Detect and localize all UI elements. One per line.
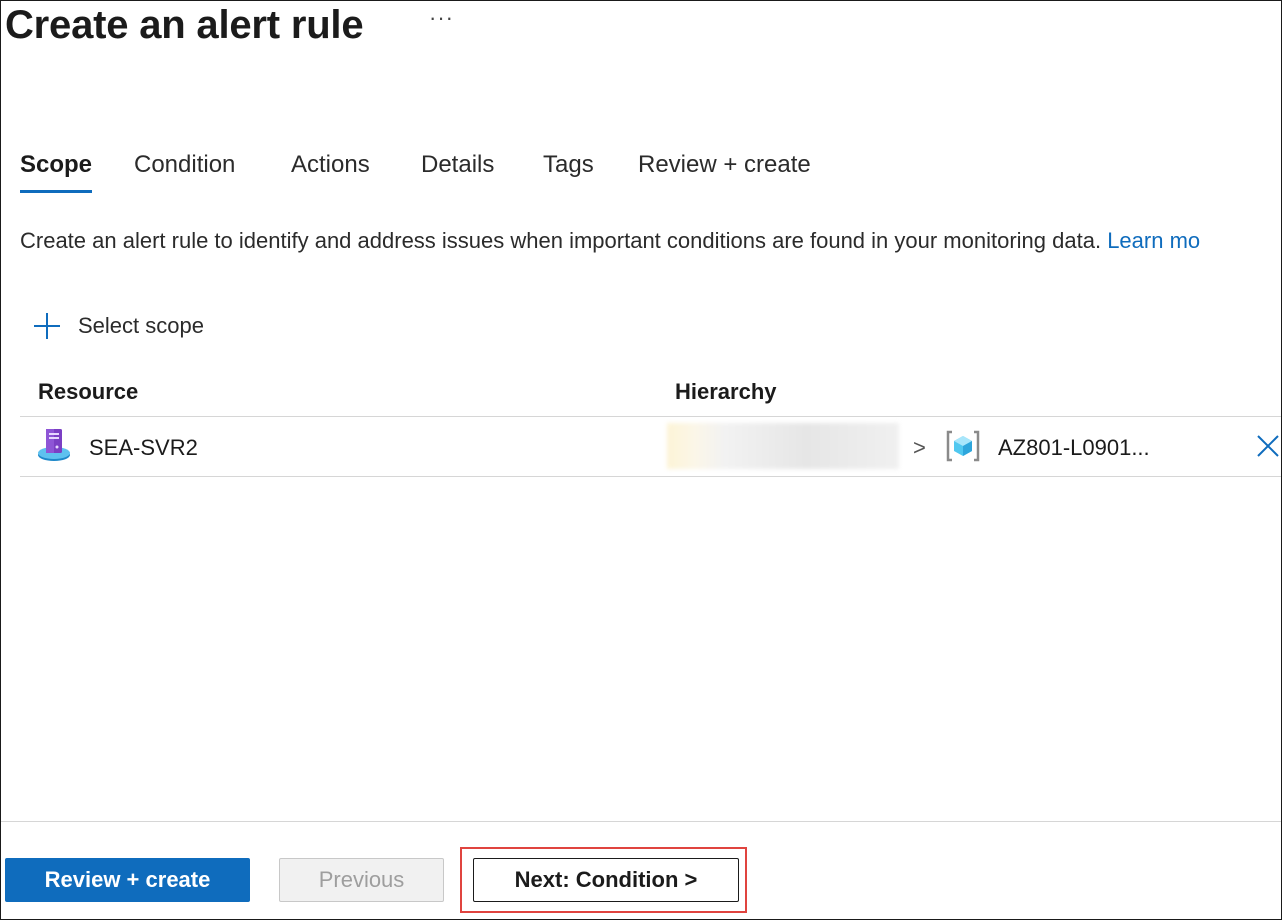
select-scope-button[interactable]: Select scope	[31, 308, 204, 344]
hierarchy-redacted	[667, 423, 899, 469]
more-options-icon[interactable]: ···	[429, 5, 454, 31]
tab-details[interactable]: Details	[421, 151, 494, 193]
hierarchy-resource-group[interactable]: AZ801-L0901...	[998, 435, 1150, 461]
description-text: Create an alert rule to identify and add…	[20, 228, 1102, 253]
resource-name: SEA-SVR2	[89, 434, 198, 460]
tab-review-create[interactable]: Review + create	[638, 151, 811, 193]
column-header-resource: Resource	[38, 379, 139, 404]
row-divider	[20, 476, 1281, 477]
header-divider	[20, 416, 1281, 417]
tab-bar: Scope Condition Actions Details Tags Rev…	[1, 151, 1281, 203]
review-create-button[interactable]: Review + create	[5, 858, 250, 902]
previous-button[interactable]: Previous	[279, 858, 444, 902]
select-scope-label: Select scope	[78, 313, 204, 338]
tab-condition[interactable]: Condition	[134, 151, 235, 193]
column-header-hierarchy: Hierarchy	[675, 379, 777, 404]
resource-group-icon	[945, 429, 981, 468]
next-condition-button[interactable]: Next: Condition >	[473, 858, 739, 902]
page-title: Create an alert rule	[5, 3, 364, 47]
plus-icon	[31, 310, 63, 342]
tab-actions[interactable]: Actions	[291, 151, 370, 193]
tab-scope[interactable]: Scope	[20, 151, 93, 193]
learn-more-link[interactable]: Learn mo	[1107, 228, 1200, 253]
alert-rule-panel: Create an alert rule ··· Scope Condition…	[0, 0, 1282, 920]
footer-divider	[1, 821, 1281, 822]
tab-tags[interactable]: Tags	[543, 151, 594, 193]
description: Create an alert rule to identify and add…	[20, 228, 1200, 254]
close-icon[interactable]	[1255, 433, 1281, 459]
table-row: SEA-SVR2	[37, 427, 198, 468]
server-icon	[37, 427, 71, 468]
chevron-right-icon: >	[913, 435, 926, 460]
